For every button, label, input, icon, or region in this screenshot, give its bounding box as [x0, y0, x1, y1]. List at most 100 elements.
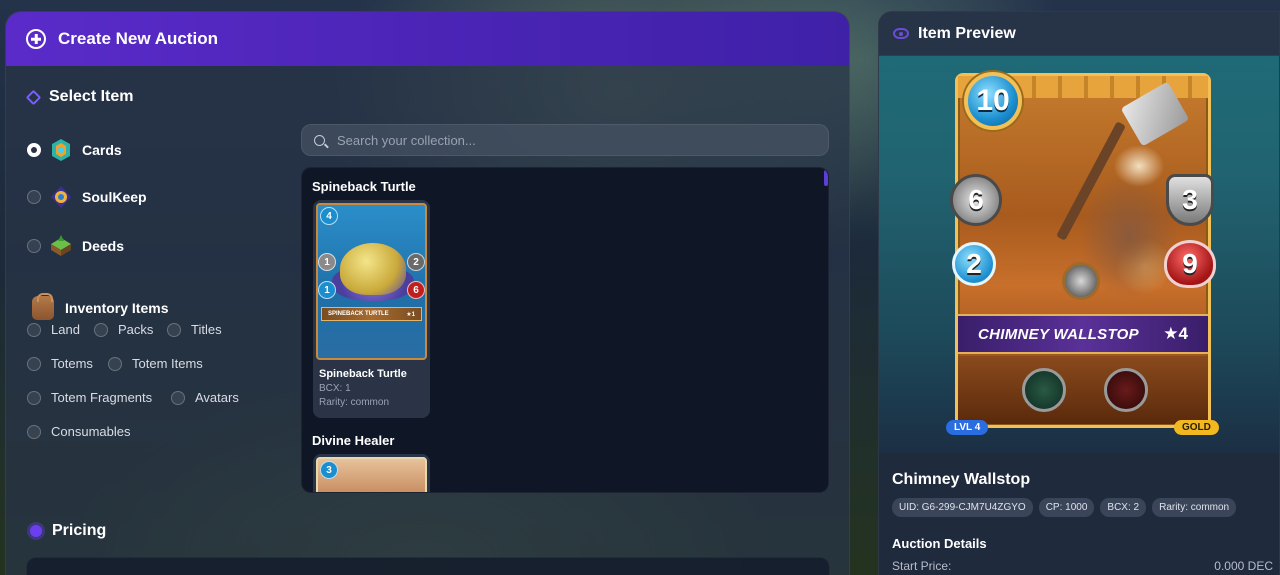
group-title: Divine Healer [312, 433, 395, 448]
preview-card: 10 6 3 2 9 CHIMNEY WALLSTOP ★4 [950, 72, 1216, 428]
radio-avatars[interactable] [171, 390, 185, 405]
search-input[interactable] [337, 132, 807, 148]
collection-search[interactable] [301, 124, 829, 156]
item-preview-title: Item Preview [918, 24, 1016, 42]
auction-details-title: Auction Details [892, 536, 987, 551]
eye-icon [893, 28, 909, 39]
collection-list[interactable]: Spineback Turtle 4 1 2 1 6 SPINEBACK TUR… [301, 167, 829, 493]
card-name: CHIMNEY WALLSTOP [978, 325, 1139, 343]
card-art-banner: SPINEBACK TURTLE ★1 [321, 307, 422, 321]
mana-cost: 10 [964, 72, 1022, 130]
attack-stat: 6 [950, 174, 1002, 226]
start-price-row: Start Price: 0.000 DEC [892, 559, 1273, 573]
item-type-cards[interactable]: Cards [27, 138, 122, 162]
armor-stat: 3 [1166, 174, 1214, 226]
item-info: Chimney Wallstop UID: G6-299-CJM7U4ZGYO … [879, 454, 1279, 575]
backpack-icon [32, 293, 54, 320]
gold-badge: GOLD [1174, 420, 1219, 435]
radio-packs[interactable] [94, 322, 108, 337]
inventory-item-label: Totem Items [132, 356, 203, 371]
item-type-label: Deeds [82, 238, 125, 254]
cp-chip: CP: 1000 [1038, 498, 1095, 517]
mana-stat: 3 [320, 461, 338, 479]
deeds-icon [51, 235, 71, 256]
soulkeep-icon [51, 186, 71, 208]
inventory-totem-fragments[interactable]: Totem Fragments [27, 390, 152, 405]
radio-totem-fragments[interactable] [27, 390, 41, 405]
inventory-item-label: Land [51, 322, 80, 337]
inventory-item-label: Avatars [195, 390, 239, 405]
tag-icon [25, 89, 42, 105]
radio-land[interactable] [27, 322, 41, 337]
inventory-items-label: Inventory Items [65, 300, 169, 316]
select-item-label: Select Item [49, 88, 134, 105]
pricing-label: Pricing [52, 522, 107, 539]
item-type-label: Cards [82, 142, 122, 158]
health-stat: 6 [407, 281, 425, 299]
radio-consumables[interactable] [27, 424, 41, 439]
start-price-value: 0.000 DEC [1214, 559, 1273, 573]
card-art-level: ★1 [406, 311, 415, 318]
item-name: Chimney Wallstop [892, 471, 1031, 488]
item-attribute-chips: UID: G6-299-CJM7U4ZGYO CP: 1000 BCX: 2 R… [892, 498, 1237, 517]
radio-titles[interactable] [167, 322, 181, 337]
bcx-chip: BCX: 2 [1100, 498, 1147, 517]
radio-totem-items[interactable] [108, 356, 122, 371]
rarity-chip: Rarity: common [1152, 498, 1237, 517]
health-stat: 9 [1164, 240, 1216, 288]
inventory-totems[interactable]: Totems [27, 356, 93, 371]
card-rarity: Rarity: common [319, 397, 390, 408]
inventory-land[interactable]: Land [27, 322, 80, 337]
card-bcx: BCX: 1 [319, 383, 351, 394]
inventory-consumables[interactable]: Consumables [27, 424, 131, 439]
inventory-item-label: Packs [118, 322, 154, 337]
ability-icon [1104, 368, 1148, 412]
start-price-label: Start Price: [892, 559, 952, 573]
armor-stat: 2 [407, 253, 425, 271]
card-level-star: ★4 [1163, 324, 1188, 343]
pricing-section [26, 557, 830, 575]
select-item-title: Select Item [25, 88, 134, 106]
radio-deeds[interactable] [27, 239, 41, 253]
radio-totems[interactable] [27, 356, 41, 371]
radio-cards[interactable] [27, 143, 41, 157]
ability-row [958, 356, 1208, 424]
panel-title: Create New Auction [58, 29, 218, 48]
inventory-item-label: Titles [191, 322, 222, 337]
card-art: 3 [316, 457, 427, 492]
element-icon [1062, 262, 1100, 300]
turtle-body-art [340, 243, 406, 295]
create-auction-panel: Create New Auction Select Item Cards Sou… [5, 11, 850, 575]
card-meta: Spineback Turtle BCX: 1 Rarity: common [319, 368, 407, 410]
cards-icon [52, 139, 70, 161]
speed-stat: 2 [952, 242, 996, 286]
inventory-totem-items[interactable]: Totem Items [108, 356, 203, 371]
mana-stat: 4 [320, 207, 338, 225]
group-title: Spineback Turtle [312, 179, 416, 194]
inventory-item-label: Totems [51, 356, 93, 371]
level-badge: LVL 4 [946, 420, 989, 435]
attack-stat: 1 [318, 253, 336, 271]
inventory-item-label: Totem Fragments [51, 390, 153, 405]
item-type-deeds[interactable]: Deeds [27, 234, 124, 258]
speed-stat: 1 [318, 281, 336, 299]
card-art-name: SPINEBACK TURTLE [328, 311, 389, 317]
card-art: 4 1 2 1 6 SPINEBACK TURTLE ★1 [316, 203, 427, 360]
plus-circle-icon [26, 29, 46, 49]
create-auction-header: Create New Auction [6, 12, 849, 66]
uid-chip: UID: G6-299-CJM7U4ZGYO [892, 498, 1033, 517]
item-type-label: SoulKeep [82, 189, 147, 205]
item-preview-header: Item Preview [879, 12, 1279, 56]
ability-icon [1022, 368, 1066, 412]
item-preview-panel: Item Preview 10 6 3 2 9 CHIMNEY WALLSTOP… [878, 11, 1280, 575]
inventory-avatars[interactable]: Avatars [171, 390, 239, 405]
item-type-soulkeep[interactable]: SoulKeep [27, 185, 147, 209]
search-icon [314, 134, 325, 146]
inventory-packs[interactable]: Packs [94, 322, 153, 337]
radio-soulkeep[interactable] [27, 190, 41, 204]
inventory-titles[interactable]: Titles [167, 322, 222, 337]
pricing-dot-icon [30, 525, 42, 537]
card-tile-spineback-turtle[interactable]: 4 1 2 1 6 SPINEBACK TURTLE ★1 Spineback … [313, 200, 430, 418]
card-tile-divine-healer[interactable]: 3 [313, 454, 430, 492]
card-name: Spineback Turtle [319, 368, 407, 380]
